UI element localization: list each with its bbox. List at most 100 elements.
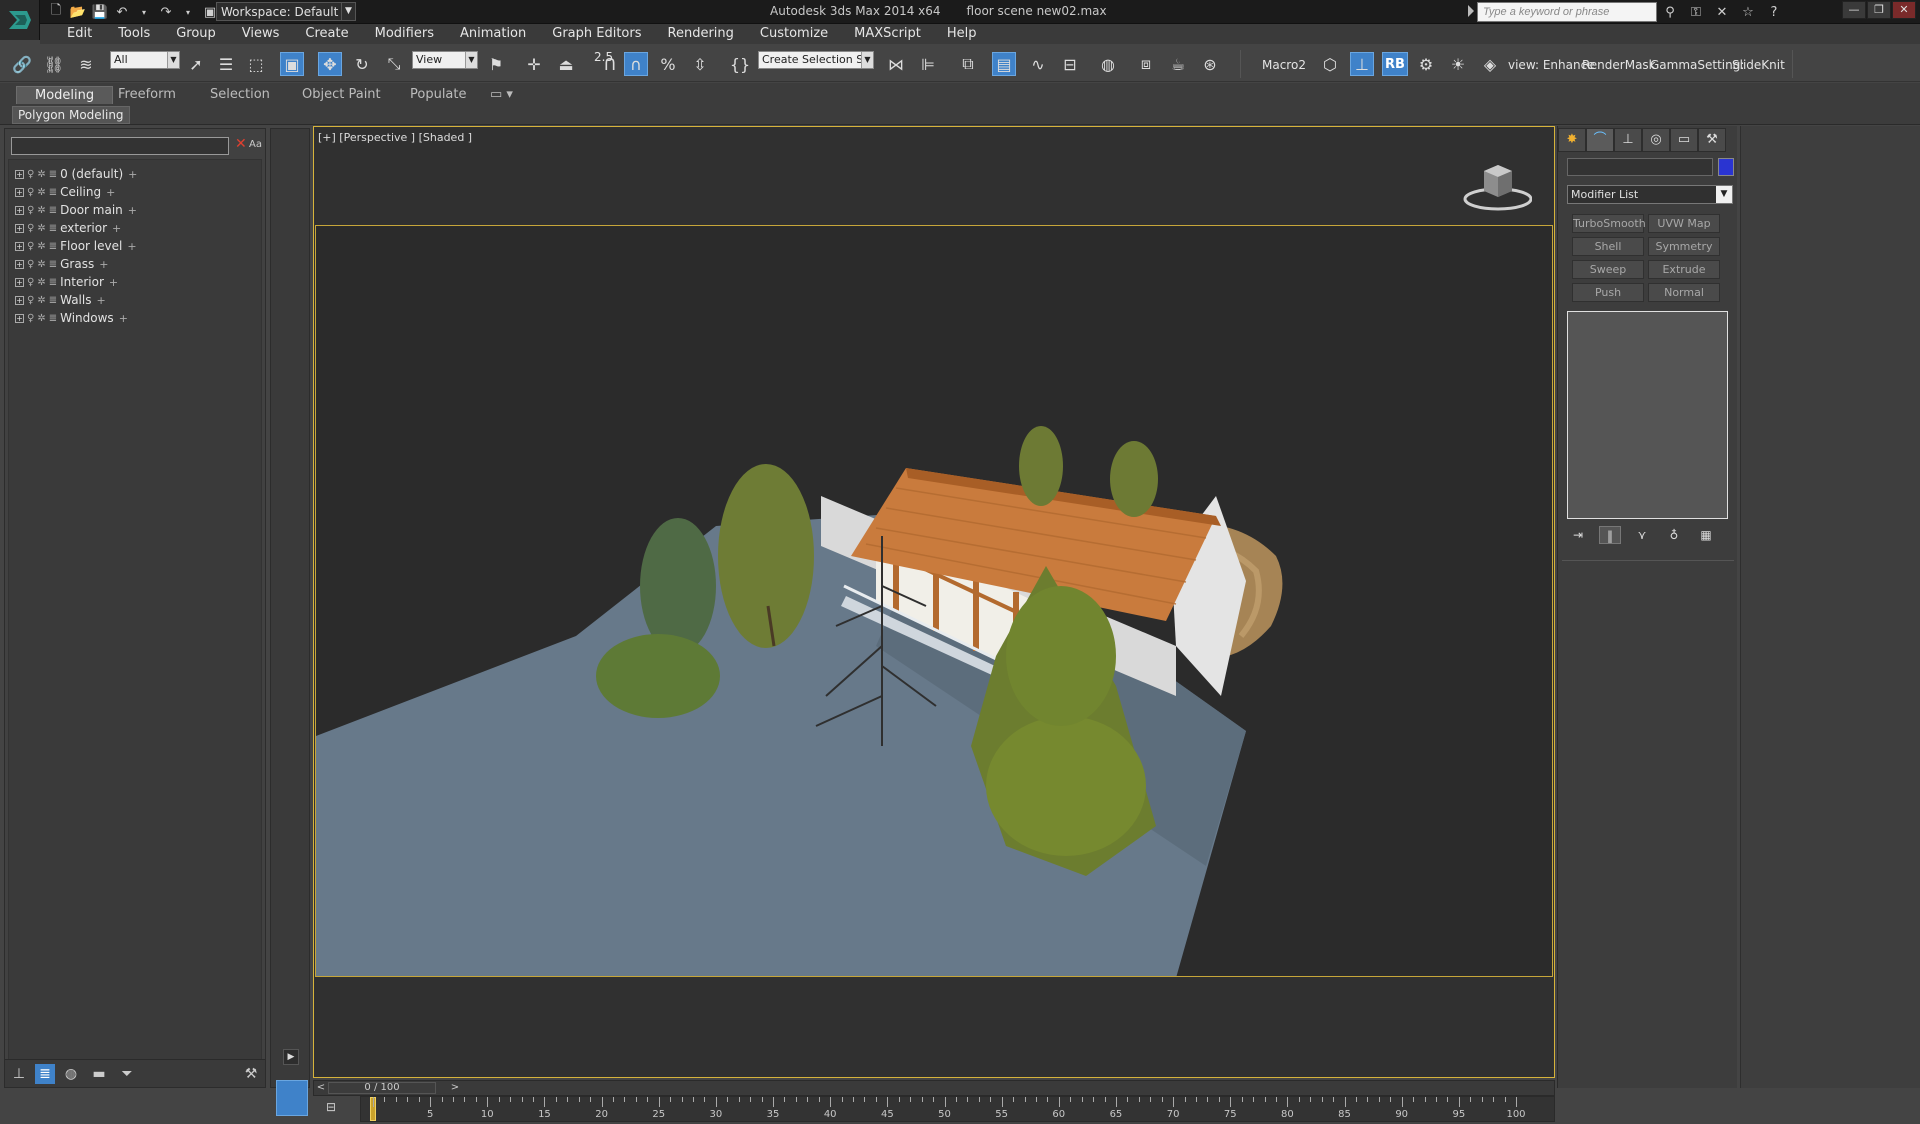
keyboard-shortcut-override-icon[interactable]: ⏏ <box>554 52 578 76</box>
minimize-button[interactable]: — <box>1842 1 1866 19</box>
add-to-layer-icon[interactable]: + <box>99 258 108 271</box>
viewport-label[interactable]: [+] [Perspective ] [Shaded ] <box>318 131 472 144</box>
layer-manager-icon[interactable]: ⧉ <box>956 52 980 76</box>
expand-icon[interactable]: + <box>15 259 24 269</box>
visibility-icon[interactable]: ♀ <box>27 169 34 180</box>
modify-tab-icon[interactable]: ⌒ <box>1586 128 1614 152</box>
freeze-icon[interactable]: ✲ <box>37 241 45 252</box>
show-end-result-icon[interactable]: ‖ <box>1599 526 1621 544</box>
select-and-scale-icon[interactable]: ⤡ <box>382 52 406 76</box>
expand-icon[interactable]: + <box>15 223 24 233</box>
add-to-layer-icon[interactable]: + <box>106 186 115 199</box>
pin-stack-icon[interactable]: ⇥ <box>1567 526 1589 544</box>
display-filter-icon[interactable]: ▬ <box>89 1064 109 1084</box>
rb-button[interactable]: RB <box>1382 52 1408 76</box>
hierarchy-tab-icon[interactable]: ⊥ <box>1614 128 1642 152</box>
application-menu-button[interactable] <box>0 0 40 40</box>
window-crossing-icon[interactable]: ▣ <box>280 52 304 76</box>
layer-row[interactable]: + ♀ ✲ ≣ Walls + <box>15 292 106 308</box>
undo-dropdown-icon[interactable]: ▾ <box>134 2 154 22</box>
freeze-icon[interactable]: ✲ <box>37 313 45 324</box>
close-icon[interactable]: ✕ <box>235 136 247 152</box>
binoculars-icon[interactable]: ⚲ <box>1660 2 1680 22</box>
layer-row[interactable]: + ♀ ✲ ≣ 0 (default) + <box>15 166 137 182</box>
spinner-snap-icon[interactable]: ⇳ <box>688 52 712 76</box>
reference-coordinate-dropdown[interactable]: View ▼ <box>412 51 478 69</box>
freeze-icon[interactable]: ✲ <box>37 295 45 306</box>
tab-populate[interactable]: Populate <box>404 86 473 103</box>
selection-filter-dropdown[interactable]: All ▼ <box>110 51 180 69</box>
layer-row[interactable]: + ♀ ✲ ≣ Door main + <box>15 202 137 218</box>
polygon-modeling-button[interactable]: Polygon Modeling <box>12 106 130 124</box>
next-frame-button[interactable]: > <box>448 1081 462 1095</box>
infocenter-toggle-icon[interactable] <box>1468 5 1474 17</box>
save-icon[interactable]: 💾 <box>90 2 110 22</box>
expand-icon[interactable]: + <box>15 205 24 215</box>
percent-snap-icon[interactable]: % <box>656 52 680 76</box>
viewcube-icon[interactable] <box>1462 157 1532 215</box>
script-slideknit-button[interactable]: SlideKnit <box>1732 58 1785 72</box>
visibility-icon[interactable]: ♀ <box>27 259 34 270</box>
hierarchy-icon[interactable]: ⊥ <box>1350 52 1374 76</box>
add-to-layer-icon[interactable]: + <box>128 204 137 217</box>
make-unique-icon[interactable]: ⋎ <box>1631 526 1653 544</box>
select-object-icon[interactable]: ➚ <box>184 52 208 76</box>
freeze-icon[interactable]: ✲ <box>37 277 45 288</box>
sun-light-icon[interactable]: ☀ <box>1446 52 1470 76</box>
time-slider[interactable]: < 0 / 100 > <box>313 1080 1555 1096</box>
time-slider-thumb[interactable]: 0 / 100 <box>328 1082 436 1094</box>
expand-icon[interactable]: + <box>15 313 24 323</box>
object-name-field[interactable] <box>1567 158 1713 176</box>
explorer-search-input[interactable] <box>11 137 229 155</box>
filter-funnel-icon[interactable]: ⏷ <box>117 1064 137 1084</box>
add-to-layer-icon[interactable]: + <box>127 240 136 253</box>
tab-modeling[interactable]: Modeling <box>16 86 114 104</box>
angle-snap-icon[interactable]: ∩ <box>624 52 648 76</box>
script-gamma-button[interactable]: GammaSetting: <box>1650 58 1744 72</box>
timeline-key-button[interactable] <box>276 1080 308 1116</box>
ribbon-options-icon[interactable]: ▭ ▾ <box>484 86 519 103</box>
layer-row[interactable]: + ♀ ✲ ≣ Windows + <box>15 310 128 326</box>
menu-animation[interactable]: Animation <box>447 24 539 44</box>
tab-selection[interactable]: Selection <box>204 86 276 103</box>
display-tab-icon[interactable]: ▭ <box>1670 128 1698 152</box>
add-to-layer-icon[interactable]: + <box>128 168 137 181</box>
layer-row[interactable]: + ♀ ✲ ≣ Interior + <box>15 274 118 290</box>
layer-row[interactable]: + ♀ ✲ ≣ Floor level + <box>15 238 137 254</box>
expand-icon[interactable]: + <box>15 241 24 251</box>
named-selection-dropdown[interactable]: Create Selection Se ▼ <box>758 51 874 69</box>
menu-views[interactable]: Views <box>229 24 293 44</box>
box-cube-icon[interactable]: ⬡ <box>1318 52 1342 76</box>
visibility-icon[interactable]: ♀ <box>27 223 34 234</box>
visibility-icon[interactable]: ♀ <box>27 241 34 252</box>
freeze-icon[interactable]: ✲ <box>37 187 45 198</box>
selection-region-icon[interactable]: ⬚ <box>244 52 268 76</box>
select-and-rotate-icon[interactable]: ↻ <box>350 52 374 76</box>
modifier-sweep-button[interactable]: Sweep <box>1572 260 1644 279</box>
freeze-icon[interactable]: ✲ <box>37 223 45 234</box>
expand-icon[interactable]: + <box>15 187 24 197</box>
open-file-icon[interactable]: 📂 <box>68 2 88 22</box>
track-bar[interactable]: 5 10 15 20 25 30 35 40 45 50 55 60 65 70 75 80 85 90 95 100 <box>360 1096 1555 1122</box>
render-setup-icon[interactable]: ⧈ <box>1134 52 1158 76</box>
align-icon[interactable]: ⊫ <box>916 52 940 76</box>
redo-icon[interactable]: ↷ <box>156 2 176 22</box>
modifier-shell-button[interactable]: Shell <box>1572 237 1644 256</box>
menu-rendering[interactable]: Rendering <box>655 24 747 44</box>
modifier-push-button[interactable]: Push <box>1572 283 1644 302</box>
material-editor-icon[interactable]: ◍ <box>1096 52 1120 76</box>
freeze-icon[interactable]: ✲ <box>37 259 45 270</box>
sort-by-hierarchy-icon[interactable]: ⊥ <box>9 1064 29 1084</box>
modifier-stack[interactable] <box>1567 311 1728 519</box>
schematic-view-icon[interactable]: ⊟ <box>1058 52 1082 76</box>
menu-help[interactable]: Help <box>934 24 990 44</box>
add-to-layer-icon[interactable]: + <box>96 294 105 307</box>
unlink-icon[interactable]: ⛓ <box>42 52 66 76</box>
freeze-icon[interactable]: ✲ <box>37 205 45 216</box>
new-file-icon[interactable]: 🗋 <box>46 2 66 22</box>
layer-row[interactable]: + ♀ ✲ ≣ Ceiling + <box>15 184 115 200</box>
scene-explorer-icon[interactable]: ▤ <box>992 52 1016 76</box>
play-icon[interactable]: ▶ <box>283 1049 299 1065</box>
snaps-toggle-icon[interactable]: ᑎ <box>598 52 622 76</box>
redo-dropdown-icon[interactable]: ▾ <box>178 2 198 22</box>
